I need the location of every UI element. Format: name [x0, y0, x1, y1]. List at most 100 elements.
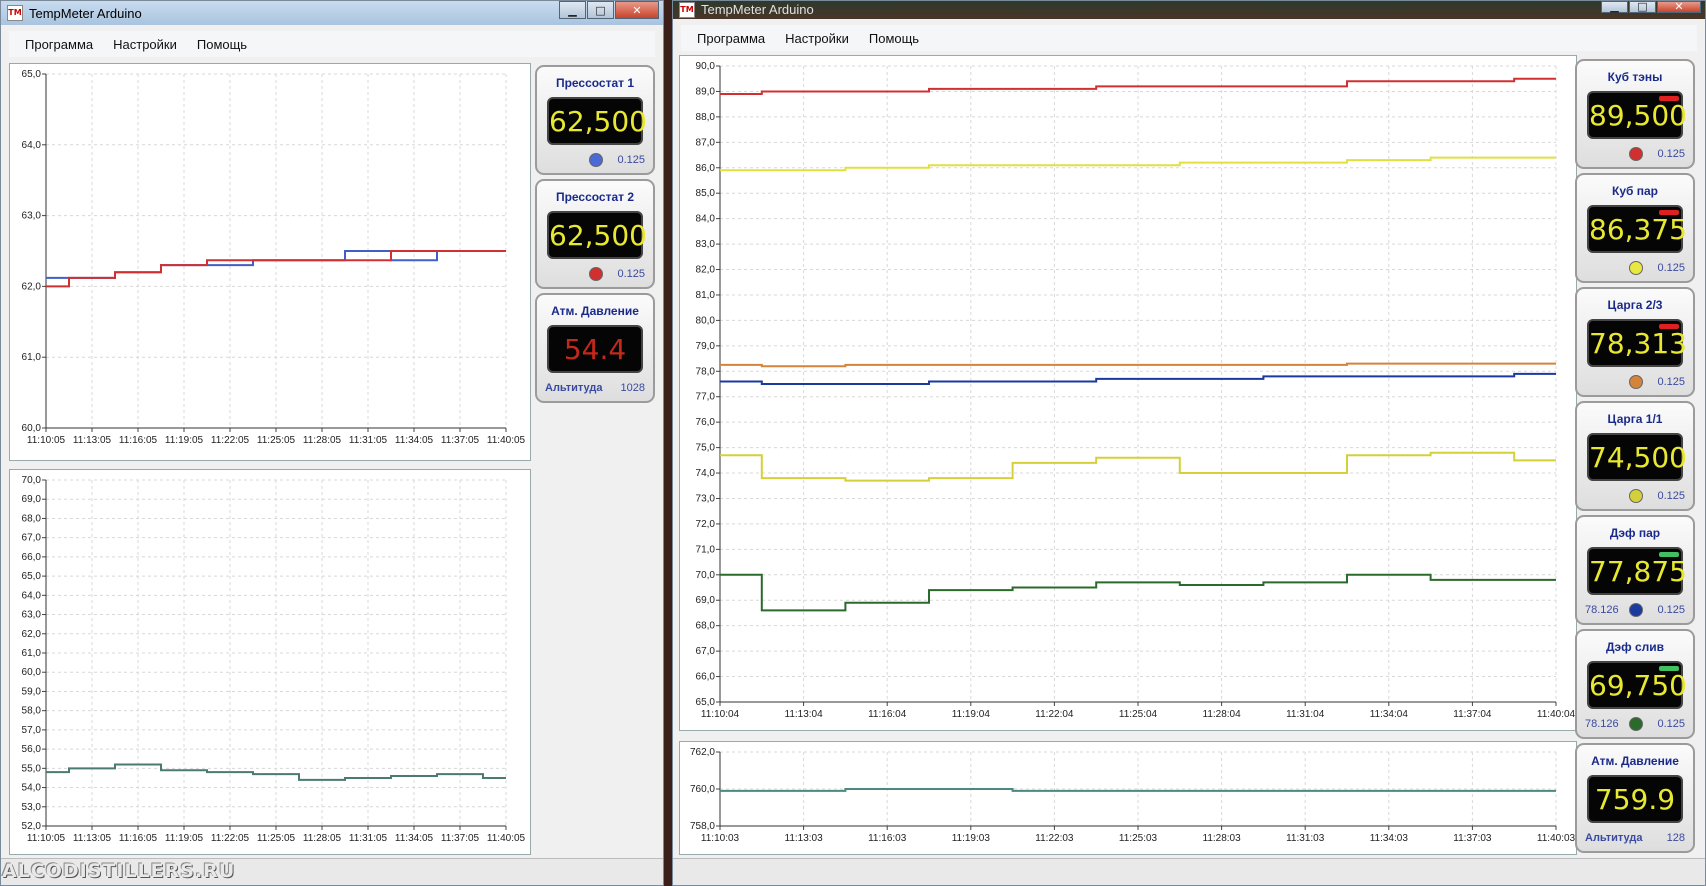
x-tick-label: 11:40:04	[1537, 709, 1576, 720]
sensor-title: Атм. Давление	[551, 304, 639, 318]
close-icon[interactable]: ✕	[1657, 1, 1701, 13]
sensor-title: Атм. Давление	[1591, 754, 1679, 768]
sensor-step: 0.125	[1657, 604, 1685, 616]
sensor-card[interactable]: Дэф пар 77,875 78.126 0.125	[1575, 515, 1695, 625]
sensor-step: 0.125	[1657, 718, 1685, 730]
altitude-value: 128	[1666, 832, 1685, 844]
series-color-dot	[1629, 261, 1643, 275]
status-indicator	[1659, 552, 1679, 557]
y-tick-label: 84,0	[696, 214, 716, 225]
altitude-label: Альтитуда	[1585, 832, 1643, 844]
x-tick-label: 11:13:05	[73, 435, 112, 446]
x-tick-label: 11:19:05	[165, 833, 204, 844]
altitude-value: 1028	[620, 382, 645, 394]
menu-program[interactable]: Программа	[25, 37, 93, 52]
sensor-step: 0.125	[617, 154, 645, 166]
maximize-icon[interactable]: □	[587, 1, 614, 19]
sensor-value: 62,500	[547, 97, 647, 145]
sensor-title: Царга 1/1	[1607, 412, 1663, 426]
minimize-icon[interactable]: ▁	[559, 1, 586, 19]
sensor-card-pressostat-1[interactable]: Прессостат 1 62,500 0.125	[535, 65, 655, 175]
app-icon: TM	[679, 2, 695, 18]
x-tick-label: 11:22:04	[1035, 709, 1074, 720]
x-tick-label: 11:10:05	[27, 435, 66, 446]
series-color-dot	[1629, 147, 1643, 161]
x-tick-label: 11:13:04	[785, 709, 824, 720]
y-tick-label: 65,0	[696, 697, 716, 708]
y-tick-label: 70,0	[22, 475, 42, 486]
sensor-card-atm-pressure[interactable]: Атм. Давление 759.9 Альтитуда 128	[1575, 743, 1695, 853]
x-tick-label: 11:28:04	[1203, 709, 1242, 720]
menu-help[interactable]: Помощь	[197, 37, 247, 52]
y-tick-label: 64,0	[22, 590, 42, 601]
y-tick-label: 762,0	[690, 747, 715, 758]
x-tick-label: 11:31:03	[1286, 833, 1325, 844]
sensor-card[interactable]: Дэф слив 69,750 78.126 0.125	[1575, 629, 1695, 739]
series-color-dot	[1629, 717, 1643, 731]
x-tick-label: 11:16:04	[868, 709, 907, 720]
y-tick-label: 70,0	[696, 570, 716, 581]
y-tick-label: 52,0	[22, 821, 42, 832]
sensor-card[interactable]: Царга 2/3 78,313 0.125	[1575, 287, 1695, 397]
x-tick-label: 11:19:05	[165, 435, 204, 446]
y-tick-label: 60,0	[22, 667, 42, 678]
sensor-step: 0.125	[1657, 262, 1685, 274]
y-tick-label: 62,0	[22, 281, 42, 292]
sensor-value: 54.4	[547, 325, 643, 373]
x-tick-label: 11:37:05	[441, 833, 480, 844]
y-tick-label: 65,0	[22, 571, 42, 582]
minimize-icon[interactable]: ▁	[1601, 1, 1628, 13]
right-titlebar[interactable]: TM TempMeter Arduino ▁ □ ✕	[673, 1, 1705, 19]
y-tick-label: 58,0	[22, 706, 42, 717]
y-tick-label: 88,0	[696, 112, 716, 123]
y-tick-label: 72,0	[696, 519, 716, 530]
y-tick-label: 78,0	[696, 366, 716, 377]
sensor-title: Царга 2/3	[1607, 298, 1663, 312]
status-indicator	[1659, 666, 1679, 671]
sensor-title: Прессостат 1	[555, 76, 635, 90]
x-tick-label: 11:28:03	[1203, 833, 1242, 844]
app-icon: TM	[7, 5, 23, 21]
sensor-title: Куб тэны	[1607, 70, 1663, 84]
y-tick-label: 59,0	[22, 686, 42, 697]
menu-settings[interactable]: Настройки	[785, 31, 849, 46]
x-tick-label: 11:10:04	[701, 709, 740, 720]
sensor-card-pressostat-2[interactable]: Прессостат 2 62,500 0.125	[535, 179, 655, 289]
atm-pressure-plot: 70,0 69,0 68,0 67,0 66,0 65,0 64,0 63,0 62,0 61,0…	[22, 475, 526, 844]
sensor-card-atm-pressure[interactable]: Атм. Давление 54.4 Альтитуда 1028	[535, 293, 655, 403]
y-tick-label: 63,0	[22, 610, 42, 621]
sensor-card[interactable]: Куб пар 86,375 0.125	[1575, 173, 1695, 283]
menu-program[interactable]: Программа	[697, 31, 765, 46]
maximize-icon[interactable]: □	[1629, 1, 1656, 13]
x-tick-label: 11:25:05	[257, 435, 296, 446]
y-tick-label: 75,0	[696, 443, 716, 454]
sensor-card[interactable]: Царга 1/1 74,500 0.125	[1575, 401, 1695, 511]
y-tick-label: 54,0	[22, 783, 42, 794]
menu-settings[interactable]: Настройки	[113, 37, 177, 52]
sensor-card[interactable]: Куб тэны 89,500 0.125	[1575, 59, 1695, 169]
x-tick-label: 11:40:03	[1537, 833, 1576, 844]
left-titlebar[interactable]: TM TempMeter Arduino ▁ □ ✕	[1, 1, 663, 25]
close-icon[interactable]: ✕	[615, 1, 659, 19]
x-tick-label: 11:10:05	[27, 833, 66, 844]
menu-help[interactable]: Помощь	[869, 31, 919, 46]
x-tick-label: 11:28:05	[303, 435, 342, 446]
y-tick-label: 83,0	[696, 239, 716, 250]
window-controls: ▁ □ ✕	[558, 1, 659, 21]
series-color-dot	[589, 267, 603, 281]
y-tick-label: 62,0	[22, 629, 42, 640]
sensor-title: Дэф пар	[1609, 526, 1661, 540]
sensor-title: Куб пар	[1612, 184, 1658, 198]
watermark: ALCODISTILLERS.RU	[2, 860, 236, 882]
y-tick-label: 64,0	[22, 140, 42, 151]
x-tick-label: 11:16:05	[119, 435, 158, 446]
y-tick-label: 67,0	[696, 646, 716, 657]
menu-bar: Программа Настройки Помощь	[681, 25, 1697, 51]
y-tick-label: 55,0	[22, 763, 42, 774]
y-tick-label: 60,0	[22, 423, 42, 434]
menu-bar: Программа Настройки Помощь	[9, 31, 655, 57]
y-tick-label: 56,0	[22, 744, 42, 755]
status-indicator	[1659, 324, 1679, 329]
y-tick-label: 68,0	[22, 513, 42, 524]
y-tick-label: 760,0	[690, 784, 715, 795]
